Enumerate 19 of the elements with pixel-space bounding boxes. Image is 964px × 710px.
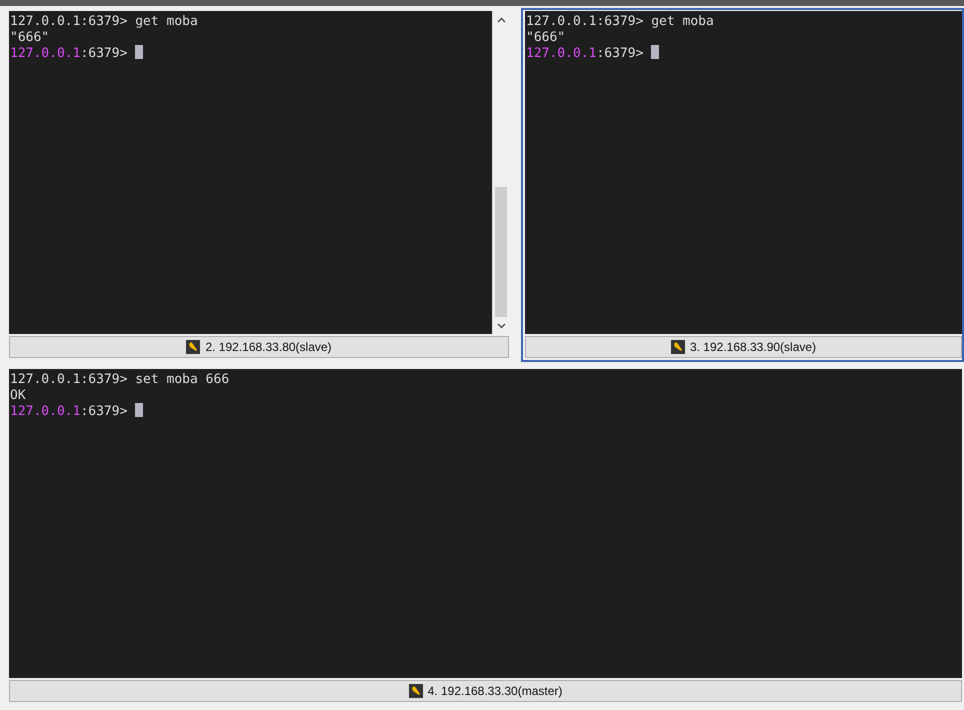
session-tab[interactable]: 2. 192.168.33.80(slave) xyxy=(9,336,509,358)
scrollbar-thumb[interactable] xyxy=(495,187,507,317)
session-tab[interactable]: 4. 192.168.33.30(master) xyxy=(9,680,962,702)
terminal-line: OK xyxy=(10,388,27,403)
terminal-line: 127.0.0.1:6379> get moba xyxy=(526,14,715,30)
terminal-line: 127.0.0.1:6379> xyxy=(10,45,492,62)
terminal-output[interactable]: 127.0.0.1:6379> set moba 666 OK 127.0.0.1:6379> xyxy=(9,369,962,678)
wrench-icon xyxy=(670,340,685,354)
terminal-line: "666" xyxy=(526,30,566,45)
terminal-line: 127.0.0.1:6379> xyxy=(526,45,962,62)
terminal-line: 127.0.0.1:6379> get moba xyxy=(10,14,199,30)
terminal-line: 127.0.0.1:6379> xyxy=(10,403,962,420)
terminal-line: "666" xyxy=(10,30,50,45)
wrench-icon xyxy=(186,340,200,354)
terminal-output[interactable]: 127.0.0.1:6379> get moba "666" 127.0.0.1:6379> xyxy=(9,11,492,334)
terminal-line: 127.0.0.1:6379> set moba 666 xyxy=(10,372,230,388)
wrench-icon xyxy=(408,684,423,698)
terminal-output[interactable]: 127.0.0.1:6379> get moba "666" 127.0.0.1:6379> xyxy=(525,11,962,334)
session-tab[interactable]: 3. 192.168.33.90(slave) xyxy=(525,336,962,358)
